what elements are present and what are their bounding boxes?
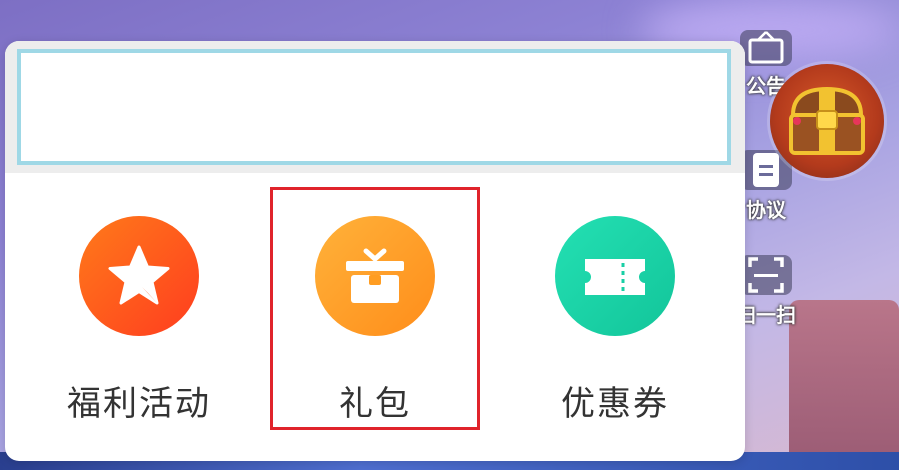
- gift-icon: [346, 248, 404, 303]
- gift-pack-label: 礼包: [339, 384, 411, 424]
- scan-label: 扫一扫: [736, 303, 796, 327]
- panel-header: [5, 41, 745, 173]
- treasure-chest-button[interactable]: [770, 64, 884, 178]
- coupon-item[interactable]: 优惠券: [509, 173, 721, 461]
- feature-grid: 福利活动 礼包 优惠券: [5, 173, 745, 461]
- coupon-icon-circle: [555, 216, 675, 336]
- notice-board-icon: [740, 30, 792, 66]
- star-icon: [108, 245, 170, 305]
- scan-icon: [740, 255, 792, 295]
- welfare-activity-label: 福利活动: [67, 384, 211, 424]
- gift-icon-circle: [315, 216, 435, 336]
- banner-slot[interactable]: [17, 49, 731, 165]
- gift-pack-item[interactable]: 礼包: [269, 173, 481, 461]
- background-building: [789, 300, 899, 470]
- welfare-activity-item[interactable]: 福利活动: [33, 173, 245, 461]
- popup-panel: 福利活动 礼包 优惠券: [5, 41, 745, 461]
- coupon-label: 优惠券: [561, 384, 669, 424]
- agreement-label: 协议: [746, 198, 786, 222]
- ticket-icon: [585, 259, 645, 295]
- treasure-chest-icon: [789, 86, 865, 155]
- welfare-icon-circle: [79, 216, 199, 336]
